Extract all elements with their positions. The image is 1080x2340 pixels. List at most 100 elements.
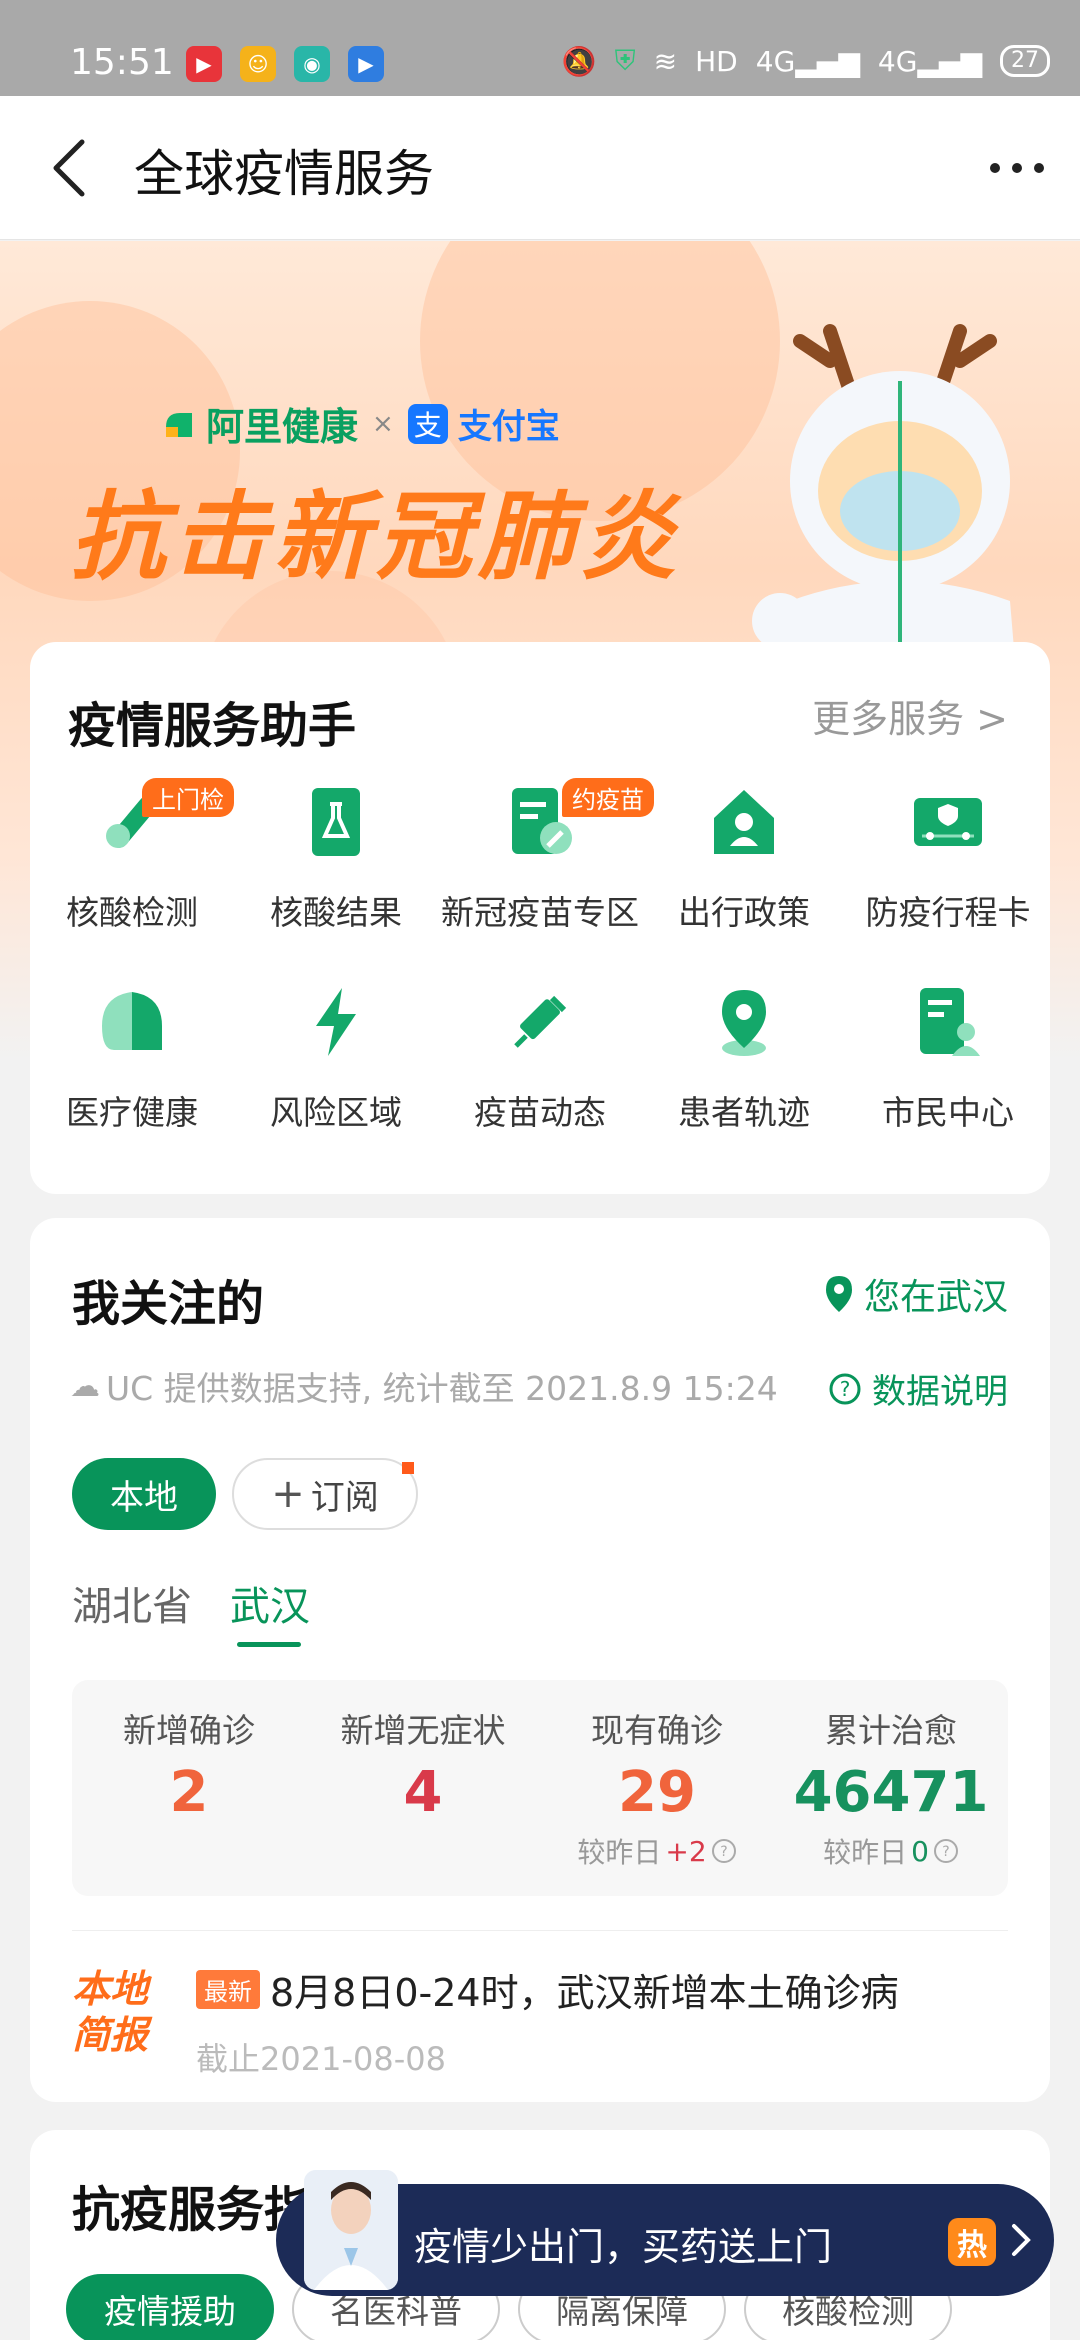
- my-follow-card: 我关注的 您在武汉 ☁ UC 提供数据支持, 统计截至 2021.8.9 15:…: [30, 1218, 1050, 2102]
- latest-badge: 最新: [196, 1970, 260, 2009]
- stat-name: 现有确诊: [591, 1711, 723, 1750]
- more-services-link[interactable]: 更多服务 >: [812, 688, 1008, 743]
- service-nucleic-result[interactable]: 核酸结果: [234, 782, 438, 982]
- service-label: 疫苗动态: [474, 1093, 606, 1132]
- notification-dot: [402, 1462, 414, 1474]
- stat-new-asymptomatic: 新增无症状 4: [306, 1680, 540, 1896]
- wifi-icon: ≋: [653, 44, 678, 78]
- book-vaccine-badge: 约疫苗: [562, 778, 654, 817]
- stat-diff: 较昨日 +2 ?: [577, 1831, 736, 1871]
- location-selector[interactable]: 您在武汉: [824, 1268, 1008, 1320]
- banner-slogan: 抗击新冠肺炎: [70, 481, 682, 593]
- brief-headline[interactable]: 8月8日0-24时，武汉新增本土确诊病: [270, 1962, 899, 2017]
- local-pill[interactable]: 本地: [72, 1458, 216, 1530]
- service-label: 医疗健康: [66, 1093, 198, 1132]
- service-vaccine-zone[interactable]: 约疫苗 新冠疫苗专区: [438, 778, 654, 982]
- stat-name: 新增无症状: [340, 1711, 506, 1750]
- brief-date: 截止2021-08-08: [196, 2040, 446, 2078]
- medicine-delivery-promo[interactable]: 疫情少出门，买药送上门 热: [276, 2170, 1054, 2296]
- home-test-badge: 上门检: [142, 778, 234, 817]
- tab-province[interactable]: 湖北省: [72, 1574, 192, 1632]
- tv-app-icon: ▶: [348, 46, 384, 82]
- chat-app-icon: ◉: [294, 46, 330, 82]
- svg-text:?: ?: [942, 1844, 949, 1860]
- follow-card-title: 我关注的: [72, 1276, 265, 1332]
- stat-name: 累计治愈: [825, 1711, 957, 1750]
- more-options-icon[interactable]: [982, 140, 1052, 196]
- tab-city[interactable]: 武汉: [230, 1574, 310, 1632]
- taobao-app-icon: ☺: [240, 46, 276, 82]
- hot-badge: 热: [948, 2218, 996, 2266]
- ali-health-logo-icon: [166, 412, 192, 437]
- data-explanation-label: 数据说明: [872, 1372, 1008, 1412]
- service-risk-area[interactable]: 风险区域: [234, 982, 438, 1182]
- alipay-name: 支付宝: [457, 407, 560, 447]
- svg-text:?: ?: [720, 1844, 727, 1860]
- location-label: 您在武汉: [863, 1277, 1008, 1318]
- service-travel-policy[interactable]: 出行政策: [642, 782, 846, 982]
- help-icon[interactable]: ?: [711, 1838, 737, 1864]
- hd-label: HD: [695, 44, 738, 78]
- service-label: 核酸检测: [66, 893, 198, 932]
- service-grid: 上门检 核酸检测 核酸结果 约疫苗 新冠疫苗专区 出行政策 防疫行程卡 医疗健康…: [30, 778, 1050, 1182]
- status-bar: 15:51 ▶ ☺ ◉ ▶ 🔕 ⛨ ≋ HD 4G▂▄▆ 4G▂▄▆ 27: [0, 0, 1080, 96]
- app-header: 全球疫情服务: [0, 96, 1080, 240]
- health-shield-icon: [102, 992, 162, 1050]
- service-assistant-card: 疫情服务助手 更多服务 > 上门检 核酸检测 核酸结果 约疫苗 新冠疫苗专区 出…: [30, 642, 1050, 1194]
- citizen-document-icon: [920, 988, 980, 1056]
- back-arrow-icon[interactable]: [44, 136, 104, 200]
- data-source: ☁ UC 提供数据支持, 统计截至 2021.8.9 15:24: [70, 1362, 778, 1410]
- chevron-right-icon: [1012, 2224, 1031, 2256]
- data-source-text: UC 提供数据支持, 统计截至 2021.8.9 15:24: [106, 1369, 778, 1408]
- diff-label: 较昨日: [823, 1836, 908, 1869]
- route-card-icon: [914, 798, 982, 846]
- status-app-icons: ▶ ☺ ◉ ▶: [186, 46, 384, 82]
- stat-value: 4: [403, 1760, 443, 1825]
- service-label: 出行政策: [678, 893, 810, 932]
- map-pin-icon: [722, 990, 766, 1056]
- doctor-avatar: [304, 2170, 398, 2290]
- diff-value: 0: [911, 1834, 929, 1868]
- service-medical-health[interactable]: 医疗健康: [30, 982, 234, 1182]
- status-indicators: 🔕 ⛨ ≋ HD 4G▂▄▆ 4G▂▄▆ 27: [562, 44, 1050, 78]
- service-citizen-center[interactable]: 市民中心: [846, 982, 1050, 1182]
- chip-aid[interactable]: 疫情援助: [66, 2274, 274, 2340]
- svg-text:?: ?: [840, 1377, 851, 1401]
- alipay-logo-icon: 支: [407, 403, 448, 444]
- service-patient-track[interactable]: 患者轨迹: [642, 982, 846, 1182]
- subscribe-label: 订阅: [310, 1477, 379, 1518]
- service-label: 新冠疫苗专区: [441, 893, 639, 932]
- service-label: 防疫行程卡: [865, 893, 1031, 932]
- subscribe-pill[interactable]: + 订阅: [232, 1458, 418, 1530]
- brand-row: 阿里健康 × 支 支付宝: [162, 396, 560, 451]
- stat-value: 2: [169, 1760, 209, 1825]
- diff-label: 较昨日: [577, 1836, 662, 1869]
- service-nucleic-test[interactable]: 上门检 核酸检测: [30, 778, 234, 982]
- syringe-icon: [514, 995, 567, 1048]
- data-explanation-link[interactable]: ? 数据说明: [828, 1364, 1008, 1413]
- location-pin-icon: [825, 1276, 852, 1312]
- help-icon[interactable]: ?: [933, 1838, 959, 1864]
- active-tab-indicator: [237, 1642, 301, 1647]
- service-itinerary-card[interactable]: 防疫行程卡: [846, 782, 1050, 982]
- plus-icon: +: [271, 1471, 305, 1517]
- signal-4g-2: 4G▂▄▆: [877, 44, 982, 78]
- video-app-icon: ▶: [186, 46, 222, 82]
- battery-icon: 27: [1000, 45, 1050, 77]
- stat-name: 新增确诊: [123, 1711, 255, 1750]
- flask-document-icon: [312, 788, 360, 856]
- divider: [72, 1930, 1008, 1931]
- question-circle-icon: ?: [829, 1373, 861, 1404]
- service-vaccine-news[interactable]: 疫苗动态: [438, 982, 642, 1182]
- service-card-title: 疫情服务助手: [68, 698, 357, 754]
- house-person-icon: [714, 790, 774, 854]
- service-label: 市民中心: [882, 1093, 1014, 1132]
- service-label: 患者轨迹: [678, 1093, 810, 1132]
- stat-value: 29: [618, 1760, 696, 1825]
- ali-health-name: 阿里健康: [206, 405, 359, 449]
- diff-value: +2: [665, 1834, 707, 1868]
- uc-logo-icon: ☁: [70, 1368, 100, 1404]
- brand-separator: ×: [372, 408, 394, 439]
- status-time: 15:51: [70, 42, 174, 83]
- promo-text: 疫情少出门，买药送上门: [414, 2225, 833, 2269]
